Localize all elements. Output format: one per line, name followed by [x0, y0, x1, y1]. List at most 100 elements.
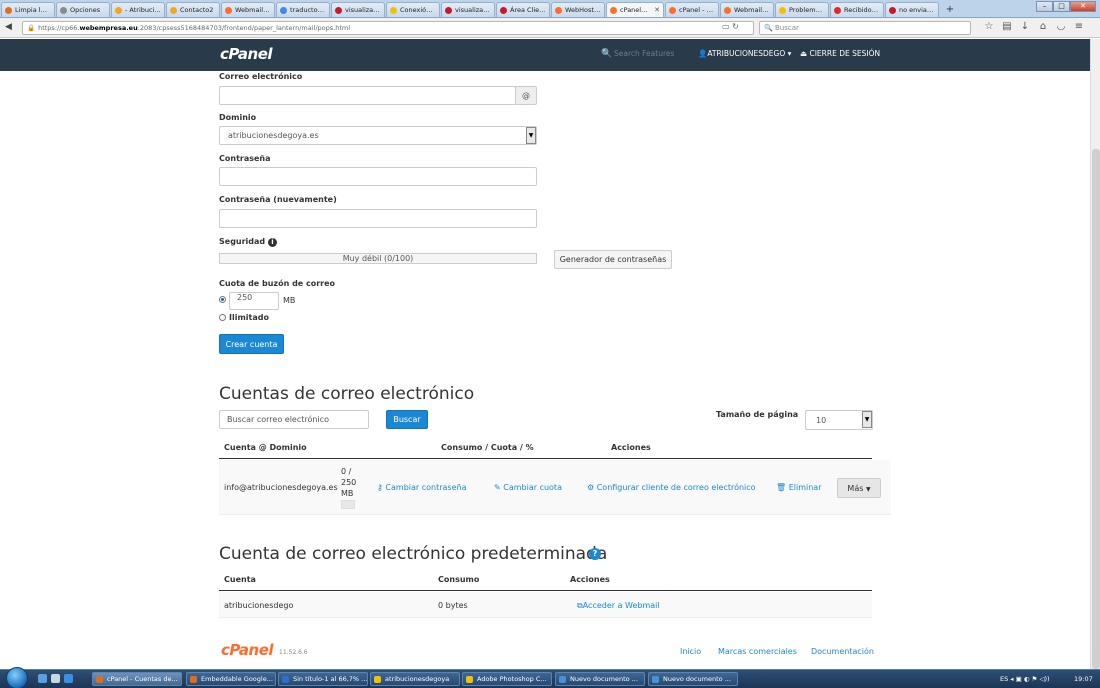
taskbar-item[interactable]: Nuevo documento ... [648, 672, 738, 686]
cpanel-header: cPanel 🔍 Search Features 👤ATRIBUCIONESDE… [0, 39, 1090, 71]
account-search-input[interactable]: Buscar correo electrónico [219, 410, 369, 429]
domain-select[interactable]: atribucionesdegoya.es [219, 126, 537, 145]
chevron-down-icon[interactable]: ▼ [526, 127, 536, 144]
caret-down-icon: ▼ [865, 485, 871, 493]
close-tab-icon[interactable]: ✕ [654, 6, 660, 14]
quota-input[interactable]: 250 [229, 292, 279, 310]
email-field[interactable] [219, 86, 516, 105]
user-menu[interactable]: 👤ATRIBUCIONESDEGO ▾ [698, 49, 791, 58]
help-icon[interactable]: ? [589, 548, 601, 560]
access-webmail-link[interactable]: ⧉Acceder a Webmail [577, 601, 660, 611]
password-field[interactable] [219, 167, 537, 186]
taskbar-item[interactable]: atribucionesdegoya [370, 672, 460, 686]
scrollbar-thumb[interactable] [1092, 149, 1100, 669]
explorer-icon[interactable] [51, 674, 60, 683]
lock-icon: 🔒 [27, 24, 36, 32]
browser-tab[interactable]: WebHost ... [551, 2, 605, 17]
maximize-button[interactable]: □ [1053, 1, 1070, 12]
search-icon: 🔍 [601, 49, 613, 59]
browser-tab[interactable]: Webmail ... [221, 2, 275, 17]
address-bar[interactable]: 🔒 https://cp66.webempresa.eu:2083/cpsess5… [22, 21, 754, 35]
logout-link[interactable]: ⏏ CIERRE DE SESIÓN [800, 49, 880, 58]
tab-title: Limpia la ... [15, 6, 51, 14]
browser-search-input[interactable]: 🔍 Buscar [759, 21, 971, 35]
column-header-account[interactable]: Cuenta @ Dominio [224, 443, 307, 452]
delete-link[interactable]: 🗑 Eliminar [776, 483, 821, 492]
tab-favicon-icon [669, 6, 676, 14]
back-arrow-icon[interactable]: ◀ [5, 22, 12, 32]
pocket-icon[interactable]: ◡ [1052, 21, 1070, 32]
footer-link-home[interactable]: Inicio [680, 647, 701, 656]
footer-cpanel-logo[interactable]: cPanel [221, 641, 274, 659]
search-features-input[interactable]: Search Features [614, 49, 674, 58]
taskbar-item[interactable]: Adobe Photoshop C... [462, 672, 552, 686]
column-header-actions: Acciones [611, 443, 651, 452]
reload-icon[interactable]: ▭ ↻ [722, 22, 739, 31]
browser-tab[interactable]: Opciones [56, 2, 110, 17]
quota-unlimited-radio[interactable] [219, 314, 226, 321]
change-password-link[interactable]: ⚷ Cambiar contraseña [377, 483, 466, 492]
password-generator-button[interactable]: Generador de contraseñas [554, 250, 672, 269]
taskbar-item-label: Adobe Photoshop C... [477, 675, 547, 683]
change-quota-link[interactable]: ✎ Cambiar cuota [494, 483, 562, 492]
browser-tab[interactable]: visualizaci... [331, 2, 385, 17]
chevron-down-icon[interactable]: ▼ [862, 411, 872, 428]
quota-unit: MB [283, 296, 296, 305]
footer-link-trademarks[interactable]: Marcas comerciales [718, 647, 797, 656]
start-button[interactable] [6, 667, 28, 688]
taskbar-item[interactable]: Embeddable Google... [186, 672, 276, 686]
column-header-usage[interactable]: Consumo / Cuota / % [441, 443, 534, 452]
ie-icon[interactable] [64, 674, 73, 683]
tab-favicon-icon [834, 6, 841, 14]
taskbar-item[interactable]: Nuevo documento ... [555, 672, 645, 686]
browser-tab[interactable]: cPanel... ✕ [606, 2, 664, 17]
create-account-button[interactable]: Crear cuenta [219, 334, 284, 354]
tab-favicon-icon [390, 6, 397, 14]
password-repeat-field[interactable] [219, 209, 537, 228]
column-header-actions: Acciones [570, 575, 610, 584]
quota-cell: 0 / 250 MB [341, 467, 357, 498]
tab-title: visualizaci... [455, 6, 491, 14]
new-tab-button[interactable]: + [942, 2, 958, 17]
browser-tab[interactable]: Conexión ... [386, 2, 440, 17]
tab-title: Webmail ... [235, 6, 271, 14]
page-scrollbar[interactable] [1090, 39, 1100, 669]
download-icon[interactable]: ↓ [1016, 21, 1034, 32]
configure-client-link[interactable]: ⚙ Configurar cliente de correo electróni… [587, 483, 756, 492]
quota-limited-radio[interactable] [219, 296, 226, 303]
version-text: 11.52.6.6 [279, 649, 308, 656]
bookmark-star-icon[interactable]: ☆ [980, 21, 998, 32]
tab-title: - Atribuci... [125, 6, 161, 14]
browser-tab[interactable]: no envia ... [885, 2, 939, 17]
browser-tab[interactable]: Webmail ... [720, 2, 774, 17]
info-icon[interactable]: i [267, 238, 277, 247]
show-desktop-icon[interactable] [38, 674, 47, 683]
tab-favicon-icon [60, 6, 67, 14]
browser-tab[interactable]: Área Clie... [496, 2, 550, 17]
tab-favicon-icon [889, 6, 896, 14]
bookmarks-list-icon[interactable]: ▤ [998, 21, 1016, 32]
search-button[interactable]: Buscar [386, 410, 428, 429]
close-window-button[interactable]: ✕ [1070, 1, 1096, 12]
browser-tab[interactable]: cPanel - P... [665, 2, 719, 17]
menu-icon[interactable]: ≡ [1070, 21, 1088, 32]
footer-link-docs[interactable]: Documentación [811, 647, 874, 656]
browser-tab[interactable]: Contacto2 [166, 2, 220, 17]
browser-tab[interactable]: traductor ... [276, 2, 330, 17]
browser-tab[interactable]: Problema... [775, 2, 829, 17]
taskbar-item-label: Nuevo documento ... [570, 675, 638, 683]
home-icon[interactable]: ⌂ [1034, 21, 1052, 32]
column-header-usage: Consumo [438, 575, 480, 584]
browser-tab[interactable]: Limpia la ... [1, 2, 55, 17]
browser-tab[interactable]: - Atribuci... [111, 2, 165, 17]
cpanel-logo[interactable]: cPanel [220, 45, 273, 63]
browser-tab[interactable]: Recibidos... [830, 2, 884, 17]
tab-title: Opciones [70, 6, 101, 14]
tab-title: cPanel - P... [679, 6, 715, 14]
browser-tab[interactable]: visualizaci... [441, 2, 495, 17]
tab-favicon-icon [5, 6, 12, 14]
minimize-button[interactable]: – [1036, 1, 1053, 12]
more-dropdown-button[interactable]: Más ▼ [837, 478, 881, 498]
taskbar-item[interactable]: Sin título-1 al 66,7% ... [278, 672, 368, 686]
taskbar-item[interactable]: cPanel - Cuentas de... [92, 672, 182, 686]
